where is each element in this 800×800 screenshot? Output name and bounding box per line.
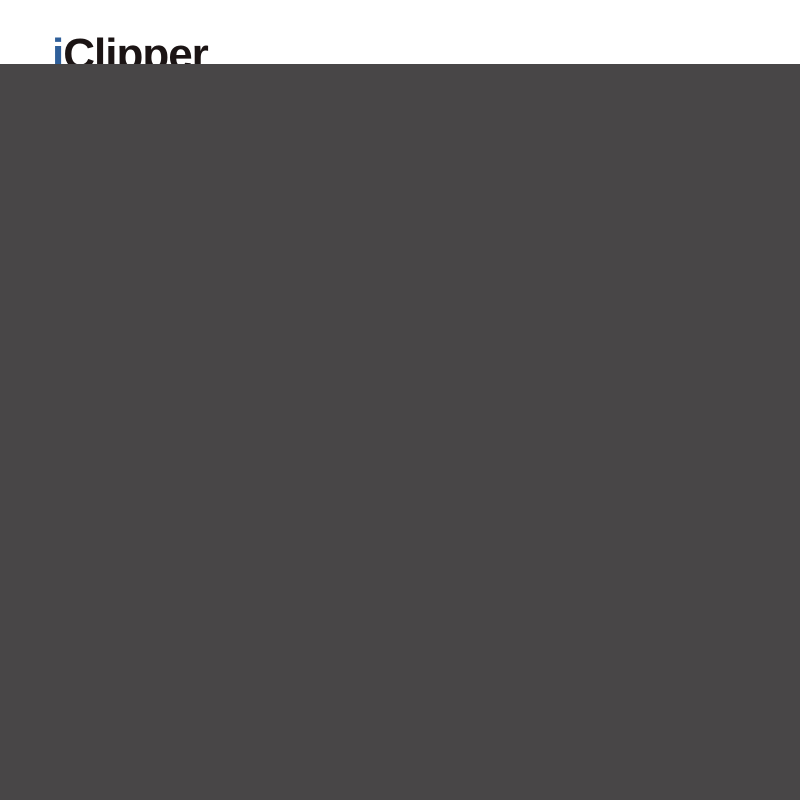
modal-overlay[interactable] <box>0 64 800 800</box>
page: iClipper <box>0 0 800 800</box>
